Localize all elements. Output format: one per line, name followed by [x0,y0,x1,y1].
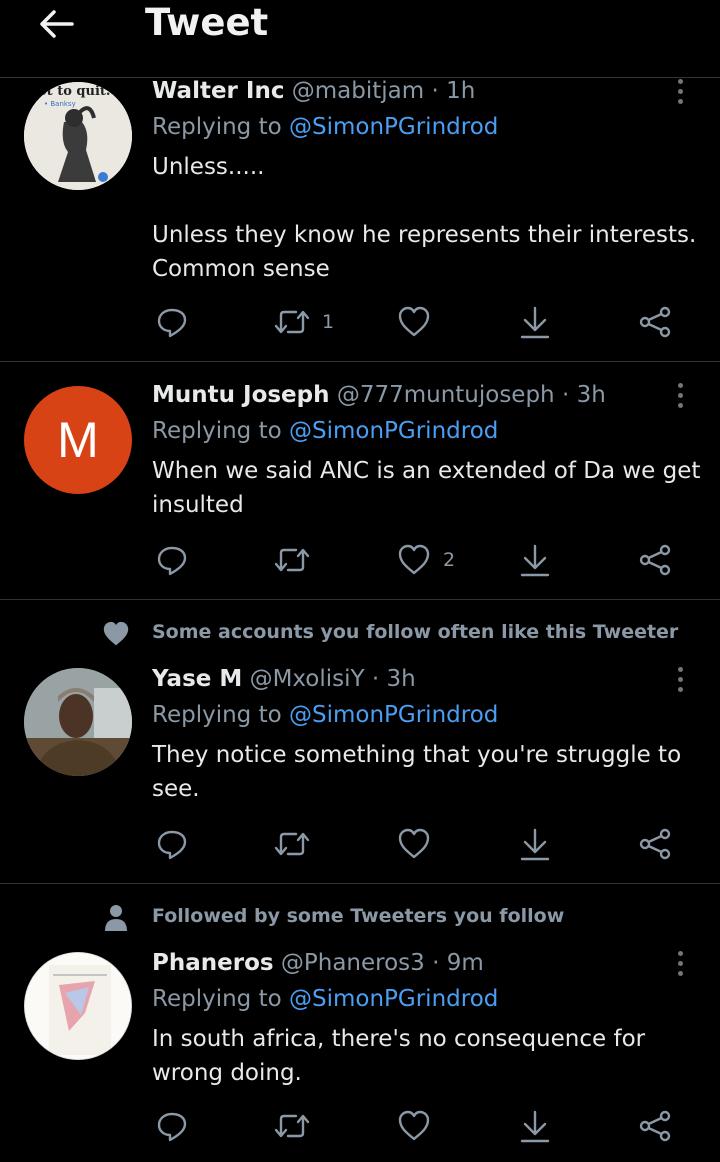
handle-and-time[interactable]: @777muntujoseph · 3h [337,382,606,408]
like-button[interactable] [397,824,443,864]
reply-icon [157,1112,187,1142]
download-icon [520,306,550,339]
reply-icon [157,546,187,576]
avatar-subcaption: • Banksy [44,100,76,108]
like-count: 2 [443,549,456,571]
share-button[interactable] [638,302,672,342]
retweet-button[interactable] [274,824,322,864]
download-button[interactable] [520,302,550,342]
reply-button[interactable] [156,302,200,342]
heart-icon [398,544,430,575]
person-icon [100,903,132,933]
display-name[interactable]: Muntu Joseph [152,382,330,408]
tweet-text: They notice something that you're strugg… [152,742,689,802]
heart-icon [398,306,430,337]
retweet-button[interactable] [274,1106,322,1146]
handle-and-time[interactable]: @Phaneros3 · 9m [281,950,484,976]
share-button[interactable] [638,540,672,580]
retweet-icon [274,310,310,334]
tweet[interactable]: ot to quit. • Banksy Walter Inc @mabitja… [0,78,720,362]
replying-label: Replying to [152,418,282,444]
tweet[interactable]: Followed by some Tweeters you follow Pha… [0,884,720,1162]
more-options-icon[interactable] [668,664,692,694]
reply-button[interactable] [156,540,200,580]
back-arrow-icon[interactable] [30,6,82,42]
heart-icon [398,828,430,859]
share-button[interactable] [638,1106,672,1146]
avatar-caption: ot to quit. [38,84,111,99]
tweet-actions: 2 [0,540,720,580]
tweet-text: Unless..... Unless they know he represen… [152,154,697,282]
avatar[interactable] [24,952,132,1060]
avatar[interactable]: ot to quit. • Banksy [24,82,132,190]
download-icon [520,1110,550,1143]
replying-to: Replying to @SimonPGrindrod [152,984,498,1014]
like-button[interactable] [397,1106,443,1146]
download-icon [520,828,550,861]
reply-button[interactable] [156,824,200,864]
display-name[interactable]: Phaneros [152,950,274,976]
download-button[interactable] [520,824,550,864]
social-context: Some accounts you follow often like this… [152,621,679,643]
top-bar: Tweet [0,0,720,78]
page-title: Tweet [145,1,269,44]
replying-to: Replying to @SimonPGrindrod [152,112,498,142]
tweet-header: Muntu Joseph @777muntujoseph · 3h [152,380,606,410]
mention-link[interactable]: @SimonPGrindrod [289,418,498,444]
avatar[interactable] [24,668,132,776]
replying-label: Replying to [152,702,282,728]
avatar[interactable]: M [24,386,132,494]
mention-link[interactable]: @SimonPGrindrod [289,702,498,728]
share-icon [639,544,671,576]
retweet-count: 1 [322,311,335,333]
share-button[interactable] [638,824,672,864]
retweet-icon [274,832,310,856]
social-context: Followed by some Tweeters you follow [152,905,565,927]
retweet-button[interactable] [274,540,322,580]
download-button[interactable] [520,1106,550,1146]
tweet-text: In south africa, there's no consequence … [152,1026,653,1086]
replying-label: Replying to [152,986,282,1012]
download-icon [520,544,550,577]
tweet-header: Yase M @MxolisiY · 3h [152,664,416,694]
handle-and-time[interactable]: @mabitjam · 1h [292,78,476,104]
like-button[interactable]: 2 [397,540,455,580]
tweet-header: Walter Inc @mabitjam · 1h [152,76,475,106]
avatar-letter: M [57,412,99,468]
tweet[interactable]: M Muntu Joseph @777muntujoseph · 3h Repl… [0,362,720,600]
reply-icon [157,830,187,860]
tweet-actions: 1 [0,302,720,342]
mention-link[interactable]: @SimonPGrindrod [289,114,498,140]
retweet-icon [274,1114,310,1138]
display-name[interactable]: Yase M [152,666,242,692]
tweet-actions [0,824,720,864]
like-button[interactable] [397,302,443,342]
heart-icon [398,1110,430,1141]
share-icon [639,306,671,338]
download-button[interactable] [520,540,550,580]
display-name[interactable]: Walter Inc [152,78,284,104]
replying-to: Replying to @SimonPGrindrod [152,700,498,730]
more-options-icon[interactable] [668,948,692,978]
tweet-header: Phaneros @Phaneros3 · 9m [152,948,484,978]
more-options-icon[interactable] [668,76,692,106]
more-options-icon[interactable] [668,380,692,410]
replying-label: Replying to [152,114,282,140]
mention-link[interactable]: @SimonPGrindrod [289,986,498,1012]
share-icon [639,1110,671,1142]
tweet-actions [0,1106,720,1146]
heart-filled-icon [100,619,132,649]
replying-to: Replying to @SimonPGrindrod [152,416,498,446]
share-icon [639,828,671,860]
retweet-button[interactable]: 1 [274,302,334,342]
tweet[interactable]: Some accounts you follow often like this… [0,600,720,884]
reply-icon [157,308,187,338]
reply-button[interactable] [156,1106,200,1146]
retweet-icon [274,548,310,572]
handle-and-time[interactable]: @MxolisiY · 3h [250,666,416,692]
tweet-text: When we said ANC is an extended of Da we… [152,458,708,518]
